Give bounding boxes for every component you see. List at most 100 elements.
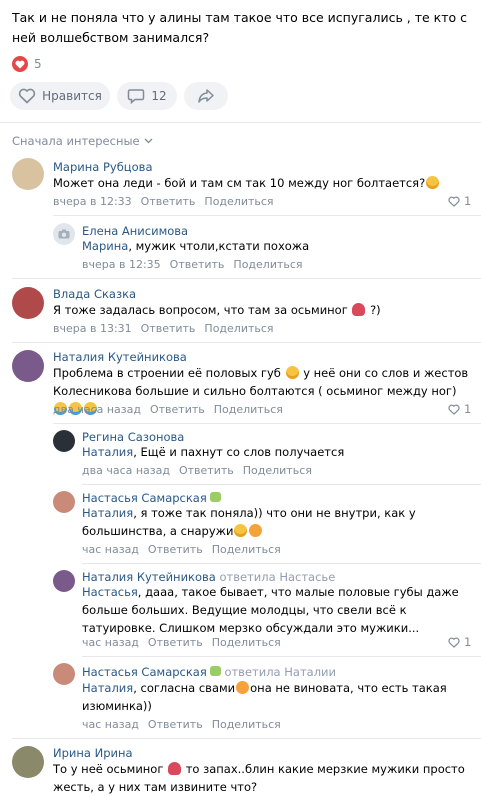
comment-author[interactable]: Наталия Кутейникова — [53, 350, 187, 364]
heart-outline-icon — [448, 404, 460, 415]
post-text: Так и не поняла что у алины там такое чт… — [12, 10, 468, 45]
comment-divider — [12, 342, 481, 343]
reply-link[interactable]: Ответить — [170, 258, 225, 271]
blush-emoji-icon — [249, 524, 263, 537]
comment-time[interactable]: два часа назад — [82, 464, 170, 477]
reply-addressee[interactable]: Наталия — [82, 445, 133, 459]
post-like-summary[interactable]: 5 — [12, 56, 42, 72]
comment-text: Наталия, я тоже так поняла)) что они не … — [82, 506, 416, 538]
comment-time[interactable]: вчера в 12:33 — [53, 195, 132, 208]
comment-like-count: 1 — [464, 402, 472, 416]
comment-meta: вчера в 12:33 Ответить Поделиться — [53, 195, 283, 208]
comment-meta: вчера в 12:35 Ответить Поделиться — [82, 258, 312, 271]
comment-divider — [53, 215, 481, 216]
like-button-label: Нравится — [42, 89, 102, 103]
octopus-emoji-icon — [352, 303, 366, 316]
comment-author[interactable]: Настасья Самарская ответила Наталии — [82, 665, 336, 679]
reply-addressee[interactable]: Наталия — [82, 506, 133, 520]
comment-meta: час назад Ответить Поделиться — [82, 636, 290, 649]
heart-outline-icon — [448, 196, 460, 207]
reply-addressee[interactable]: Настасья — [82, 585, 138, 599]
share-link[interactable]: Поделиться — [204, 322, 273, 335]
replied-to-label: ответила Настасье — [219, 570, 336, 584]
chevron-down-icon — [144, 138, 153, 144]
avatar[interactable] — [12, 158, 44, 190]
comment-text: Наталия, согласна свами она не виновата, … — [82, 681, 447, 713]
comment-author[interactable]: Наталия Кутейникова ответила Настасье — [82, 570, 335, 584]
avatar[interactable] — [53, 570, 75, 592]
comment-like-count: 1 — [464, 194, 472, 208]
reply-link[interactable]: Ответить — [150, 403, 205, 416]
avatar[interactable] — [53, 223, 75, 245]
comment-meta: час назад Ответить Поделиться — [82, 718, 290, 731]
comment-like[interactable]: 1 — [448, 194, 471, 208]
comment-author[interactable]: Регина Сазонова — [82, 430, 184, 444]
reply-addressee[interactable]: Наталия — [82, 681, 133, 695]
comment-time[interactable]: вчера в 13:31 — [53, 322, 132, 335]
camera-icon — [58, 229, 70, 239]
comment-author[interactable]: Влада Сказка — [53, 287, 136, 301]
avatar[interactable] — [53, 430, 75, 452]
heart-icon — [12, 56, 28, 72]
reply-link[interactable]: Ответить — [148, 718, 203, 731]
sprout-emoji-icon — [209, 492, 221, 502]
comment-time[interactable]: час назад — [82, 718, 139, 731]
like-button[interactable]: Нравится — [10, 82, 110, 110]
share-link[interactable]: Поделиться — [212, 543, 281, 556]
share-link[interactable]: Поделиться — [214, 403, 283, 416]
comment-author[interactable]: Марина Рубцова — [53, 160, 153, 174]
comment-author[interactable]: Ирина Ирина — [53, 746, 133, 760]
comment-time[interactable]: вчера в 12:35 — [82, 258, 161, 271]
heart-outline-icon — [448, 637, 460, 648]
sort-dropdown[interactable]: Сначала интересные — [12, 134, 153, 148]
reply-link[interactable]: Ответить — [148, 636, 203, 649]
comment-text: То у неё осьминог то запах..блин какие м… — [53, 762, 465, 794]
share-button[interactable] — [184, 82, 228, 110]
avatar[interactable] — [12, 746, 44, 778]
share-arrow-icon — [198, 89, 214, 103]
avatar[interactable] — [53, 663, 75, 685]
sort-label: Сначала интересные — [12, 134, 140, 148]
comment-divider — [53, 423, 481, 424]
comment-like[interactable]: 1 — [448, 635, 471, 649]
reply-link[interactable]: Ответить — [179, 464, 234, 477]
share-link[interactable]: Поделиться — [233, 258, 302, 271]
grin-emoji-icon — [234, 524, 248, 537]
comment-like[interactable]: 1 — [448, 402, 471, 416]
comment-divider — [82, 656, 481, 657]
avatar[interactable] — [12, 350, 44, 382]
comment-author[interactable]: Настасья Самарская — [82, 491, 221, 505]
reply-link[interactable]: Ответить — [141, 322, 196, 335]
share-link[interactable]: Поделиться — [243, 464, 312, 477]
share-link[interactable]: Поделиться — [212, 718, 281, 731]
comment-text: Настасья, дааа, такое бывает, что малые … — [82, 585, 459, 635]
comment-time[interactable]: час назад — [82, 543, 139, 556]
comment-time[interactable]: два часа назад — [53, 403, 141, 416]
comment-icon — [128, 89, 145, 104]
replied-to-label: ответила Наталии — [224, 665, 336, 679]
reply-link[interactable]: Ответить — [141, 195, 196, 208]
avatar[interactable] — [53, 491, 75, 513]
octopus-emoji-icon — [168, 762, 182, 775]
reply-addressee[interactable]: Марина — [82, 239, 128, 253]
comment-like-count: 1 — [464, 635, 472, 649]
sprout-emoji-icon — [209, 666, 221, 676]
comment-meta: два часа назад Ответить Поделиться — [53, 403, 292, 416]
comment-text: Я тоже задалась вопросом, что там за ось… — [53, 303, 381, 317]
share-link[interactable]: Поделиться — [204, 195, 273, 208]
heart-outline-icon — [18, 88, 36, 104]
comment-divider — [82, 484, 481, 485]
avatar[interactable] — [12, 287, 44, 319]
comment-text: Марина, мужик чтоли,кстати похожа — [82, 239, 310, 253]
comment-divider — [12, 278, 481, 279]
share-link[interactable]: Поделиться — [212, 636, 281, 649]
comment-meta: час назад Ответить Поделиться — [82, 543, 290, 556]
comment-meta: вчера в 13:31 Ответить Поделиться — [53, 322, 283, 335]
comment-text: Может она леди - бой и там см так 10 меж… — [53, 174, 473, 192]
comment-button[interactable]: 12 — [117, 82, 177, 110]
grin-emoji-icon — [285, 366, 299, 379]
reply-link[interactable]: Ответить — [148, 543, 203, 556]
comment-author[interactable]: Елена Анисимова — [82, 224, 188, 238]
comment-meta: два часа назад Ответить Поделиться — [82, 464, 321, 477]
comment-time[interactable]: час назад — [82, 636, 139, 649]
